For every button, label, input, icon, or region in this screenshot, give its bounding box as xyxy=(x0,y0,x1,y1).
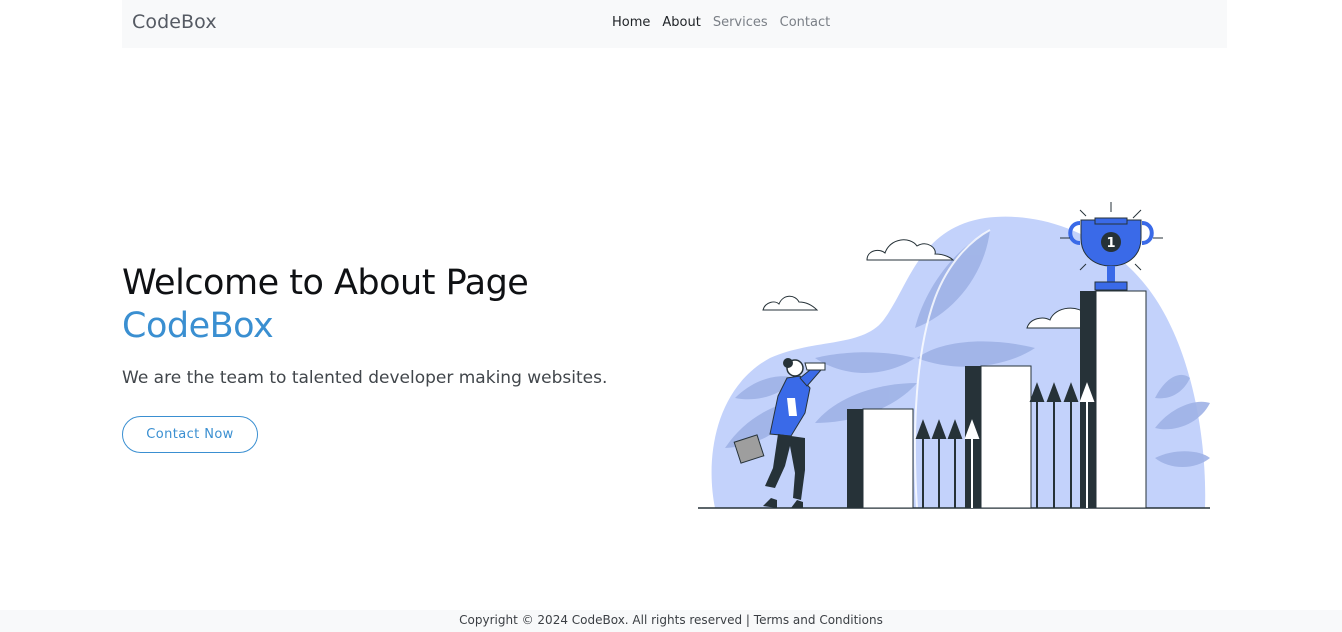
footer: Copyright © 2024 CodeBox. All rights res… xyxy=(0,610,1342,632)
navbar: CodeBox Home About Services Contact xyxy=(122,0,1227,48)
hero-title: Welcome to About Page CodeBox xyxy=(122,262,642,348)
contact-now-button[interactable]: Contact Now xyxy=(122,416,258,453)
hero-subtitle: We are the team to talented developer ma… xyxy=(122,368,608,388)
nav-link-contact[interactable]: Contact xyxy=(780,15,831,30)
footer-separator: | xyxy=(742,613,754,627)
nav-link-about[interactable]: About xyxy=(662,15,700,30)
success-illustration: 1 xyxy=(698,202,1210,509)
brand-logo[interactable]: CodeBox xyxy=(132,11,217,33)
nav-link-services[interactable]: Services xyxy=(713,15,768,30)
nav-links: Home About Services Contact xyxy=(612,15,842,30)
hero-title-text: Welcome to About Page xyxy=(122,263,529,303)
footer-copyright: Copyright © 2024 CodeBox. All rights res… xyxy=(459,613,743,627)
nav-link-home[interactable]: Home xyxy=(612,15,650,30)
trophy-number: 1 xyxy=(1106,236,1115,251)
hero-section: Welcome to About Page CodeBox We are the… xyxy=(122,262,642,453)
hero-brand-text: CodeBox xyxy=(122,306,274,346)
terms-link[interactable]: Terms and Conditions xyxy=(754,613,883,627)
